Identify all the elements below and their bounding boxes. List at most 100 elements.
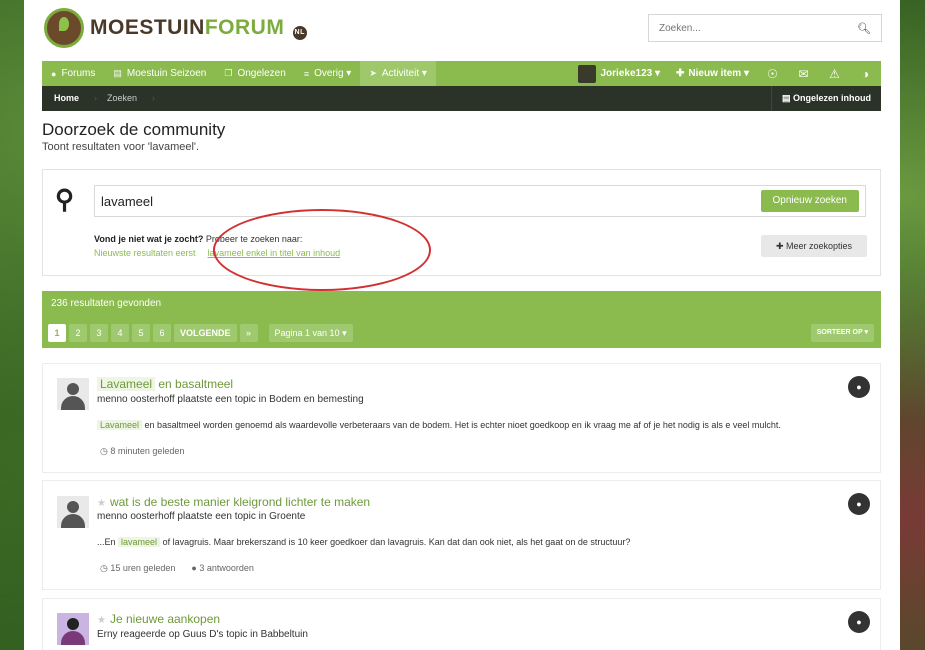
- result-footer: ◷ 8 minuten geleden: [100, 446, 184, 457]
- result-meta: menno oosterhoff plaatste een topic in B…: [97, 394, 364, 405]
- query-value[interactable]: lavameel: [101, 194, 761, 209]
- page-jump-dropdown[interactable]: Pagina 1 van 10 ▾: [268, 324, 353, 342]
- logo-part2: FORUM: [204, 16, 285, 39]
- nav-item-forums[interactable]: ● Forums: [42, 61, 104, 86]
- replies-label: 3 antwoorden: [199, 563, 254, 573]
- search-icon: ⚲: [55, 184, 75, 214]
- snippet-text: en basaltmeel worden genoemd als waardev…: [144, 420, 781, 430]
- avatar[interactable]: [57, 613, 89, 645]
- nav-label: Ongelezen: [237, 68, 286, 79]
- avatar: [577, 64, 596, 83]
- list-icon: ≡: [303, 68, 310, 79]
- result-time: ◷ 8 minuten geleden: [100, 446, 184, 457]
- snippet-text: ...En: [97, 537, 116, 547]
- avatar[interactable]: [57, 496, 89, 528]
- site-header: MOESTUINFORUM NL 🔍︎: [24, 0, 900, 60]
- nav-item-moestuin-seizoen[interactable]: ▤ Moestuin Seizoen: [104, 61, 215, 86]
- breadcrumb-current: Zoeken ›: [93, 86, 155, 111]
- breadcrumb: Home › Zoeken › ▤ Ongelezen inhoud: [42, 86, 881, 111]
- not-found-bold: Vond je niet wat je zocht?: [94, 234, 204, 244]
- results-bar: 236 resultaten gevonden 1 2 3 4 5 6 VOLG…: [42, 291, 881, 348]
- main-nav: ● Forums ▤ Moestuin Seizoen ❐ Ongelezen ≡ Ov…: [42, 61, 881, 86]
- nav-right: Jorieke123 ▾ ✚ Nieuw item ▾ ☉ ✉ ⚠ ◑: [570, 61, 882, 86]
- result-snippet: ...En lavameel of lavagruis. Maar breker…: [97, 537, 630, 547]
- avatar-head: [67, 618, 79, 630]
- page-link[interactable]: 1: [48, 324, 66, 342]
- result-item: Lavameel en basaltmeel menno oosterhoff …: [42, 363, 881, 473]
- avatar-head: [67, 383, 79, 395]
- highlight-term: Lavameel: [97, 420, 143, 430]
- nav-label: Overig ▾: [314, 68, 352, 79]
- user-menu[interactable]: Jorieke123 ▾: [570, 64, 669, 83]
- result-footer: ◷ 15 uren geleden ● 3 antwoorden: [100, 563, 254, 574]
- page-link[interactable]: 6: [153, 324, 171, 342]
- breadcrumb-home-label: Home: [54, 93, 80, 103]
- breadcrumb-current-label: Zoeken: [107, 93, 138, 103]
- result-title[interactable]: ★ Je nieuwe aankopen: [97, 612, 220, 626]
- clock-icon: ◷: [100, 446, 111, 456]
- header-search: 🔍︎: [648, 14, 882, 42]
- logo-icon: [44, 8, 84, 48]
- star-icon: ★: [97, 498, 106, 509]
- avatar-body: [61, 631, 85, 645]
- toggle-icon[interactable]: ◑: [850, 67, 881, 81]
- warning-icon[interactable]: ⚠: [819, 67, 850, 81]
- last-page-button[interactable]: »: [239, 324, 258, 342]
- result-title-text: Je nieuwe aankopen: [109, 612, 221, 626]
- nav-label: Forums: [61, 68, 96, 79]
- result-title[interactable]: ★ wat is de beste manier kleigrond lichte…: [97, 495, 370, 509]
- book-icon: ▤: [113, 68, 122, 78]
- page-link[interactable]: 4: [111, 324, 129, 342]
- page-container: MOESTUINFORUM NL 🔍︎ ● Forums ▤ Moestuin Se…: [24, 0, 900, 650]
- search-icon[interactable]: 🔍︎: [857, 22, 871, 35]
- search-again-button[interactable]: Opnieuw zoeken: [760, 190, 859, 212]
- result-title[interactable]: Lavameel en basaltmeel: [97, 377, 233, 391]
- globe-icon[interactable]: ☉: [757, 67, 788, 81]
- more-options-button[interactable]: ✚ Meer zoekopties: [761, 235, 867, 257]
- avatar-body: [61, 514, 85, 528]
- plus-icon: ✚: [676, 68, 685, 79]
- chat-bubbles-icon: ●: [51, 68, 57, 79]
- plus-icon: ✚: [775, 241, 786, 251]
- logo-part1: MOESTUIN: [90, 16, 205, 39]
- page-link[interactable]: 5: [132, 324, 150, 342]
- result-title-text: wat is de beste manier kleigrond lichter…: [109, 495, 371, 509]
- search-panel: ⚲ lavameel Opnieuw zoeken Vond je niet w…: [42, 169, 881, 291]
- suggestion-newest-first[interactable]: Nieuwste resultaten eerst: [94, 248, 196, 258]
- unread-content-link[interactable]: ▤ Ongelezen inhoud: [770, 86, 881, 111]
- megaphone-icon: ➤: [369, 68, 377, 78]
- result-snippet: Lavameel en basaltmeel worden genoemd al…: [97, 420, 781, 430]
- avatar[interactable]: [57, 378, 89, 410]
- nav-item-ongelezen[interactable]: ❐ Ongelezen: [215, 61, 294, 86]
- query-input[interactable]: lavameel Opnieuw zoeken: [94, 185, 866, 217]
- page-subtitle: Toont resultaten voor 'lavameel'.: [42, 141, 200, 153]
- snippet-text: of lavagruis. Maar brekerszand is 10 kee…: [162, 537, 631, 547]
- messages-icon[interactable]: ✉: [788, 67, 819, 81]
- user-name: Jorieke123 ▾: [600, 68, 661, 79]
- page-link[interactable]: 2: [69, 324, 87, 342]
- time-label: 8 minuten geleden: [110, 446, 185, 456]
- highlight-term: lavameel: [118, 537, 161, 547]
- suggestion-title-only[interactable]: lavameel enkel in titel van inhoud: [208, 248, 341, 258]
- more-options-label: Meer zoekopties: [786, 241, 853, 251]
- sort-dropdown[interactable]: SORTEER OP ▾: [810, 324, 874, 342]
- breadcrumb-home[interactable]: Home ›: [42, 86, 97, 111]
- page-link[interactable]: 3: [90, 324, 108, 342]
- star-icon: ★: [97, 615, 106, 626]
- result-item: ★ Je nieuwe aankopen Erny reageerde op Gu…: [42, 598, 881, 650]
- breadcrumb-separator: ›: [152, 93, 156, 103]
- result-item: ★ wat is de beste manier kleigrond lichte…: [42, 480, 881, 590]
- results-count: 236 resultaten gevonden: [51, 298, 162, 309]
- comments-icon: ●: [848, 493, 870, 515]
- nav-item-activiteit[interactable]: ➤ Activiteit ▾: [360, 61, 436, 86]
- result-replies: ● 3 antwoorden: [191, 563, 253, 574]
- new-item-button[interactable]: ✚ Nieuw item ▾: [668, 68, 757, 79]
- nav-item-overig[interactable]: ≡ Overig ▾: [295, 61, 361, 86]
- nav-label: Activiteit ▾: [381, 68, 427, 79]
- header-search-input[interactable]: [659, 22, 858, 34]
- not-found-rest: Probeer te zoeken naar:: [205, 234, 303, 244]
- next-page-button[interactable]: VOLGENDE: [174, 324, 237, 342]
- highlight-term: Lavameel: [97, 377, 156, 391]
- page-title: Doorzoek de community: [42, 120, 226, 139]
- site-logo[interactable]: MOESTUINFORUM NL: [44, 8, 307, 48]
